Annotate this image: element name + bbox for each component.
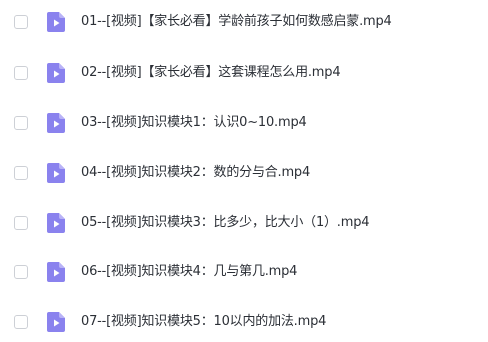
video-file-icon bbox=[47, 213, 65, 233]
file-row[interactable]: 05--[视频]知识模块3：比多少，比大小（1）.mp4 bbox=[0, 203, 488, 243]
row-checkbox[interactable] bbox=[14, 15, 28, 29]
file-name[interactable]: 01--[视频]【家长必看】学龄前孩子如何数感启蒙.mp4 bbox=[81, 13, 392, 31]
video-file-icon bbox=[47, 312, 65, 332]
file-name[interactable]: 04--[视频]知识模块2：数的分与合.mp4 bbox=[81, 164, 310, 182]
video-file-icon bbox=[47, 113, 65, 133]
file-name[interactable]: 06--[视频]知识模块4：几与第几.mp4 bbox=[81, 263, 297, 281]
row-checkbox[interactable] bbox=[14, 216, 28, 230]
file-row[interactable]: 06--[视频]知识模块4：几与第几.mp4 bbox=[0, 252, 488, 292]
row-checkbox[interactable] bbox=[14, 116, 28, 130]
file-name[interactable]: 03--[视频]知识模块1：认识0~10.mp4 bbox=[81, 114, 307, 132]
row-checkbox[interactable] bbox=[14, 66, 28, 80]
row-checkbox[interactable] bbox=[14, 315, 28, 329]
row-checkbox[interactable] bbox=[14, 166, 28, 180]
file-name[interactable]: 07--[视频]知识模块5：10以内的加法.mp4 bbox=[81, 313, 326, 331]
file-name[interactable]: 02--[视频]【家长必看】这套课程怎么用.mp4 bbox=[81, 64, 341, 82]
video-file-icon bbox=[47, 262, 65, 282]
file-row[interactable]: 04--[视频]知识模块2：数的分与合.mp4 bbox=[0, 153, 488, 193]
file-row[interactable]: 03--[视频]知识模块1：认识0~10.mp4 bbox=[0, 103, 488, 143]
video-file-icon bbox=[47, 163, 65, 183]
file-row[interactable]: 07--[视频]知识模块5：10以内的加法.mp4 bbox=[0, 302, 488, 342]
row-checkbox[interactable] bbox=[14, 265, 28, 279]
video-file-icon bbox=[47, 63, 65, 83]
file-row[interactable]: 02--[视频]【家长必看】这套课程怎么用.mp4 bbox=[0, 53, 488, 93]
file-name[interactable]: 05--[视频]知识模块3：比多少，比大小（1）.mp4 bbox=[81, 214, 370, 232]
file-row[interactable]: 01--[视频]【家长必看】学龄前孩子如何数感启蒙.mp4 bbox=[0, 2, 488, 42]
video-file-icon bbox=[47, 12, 65, 32]
